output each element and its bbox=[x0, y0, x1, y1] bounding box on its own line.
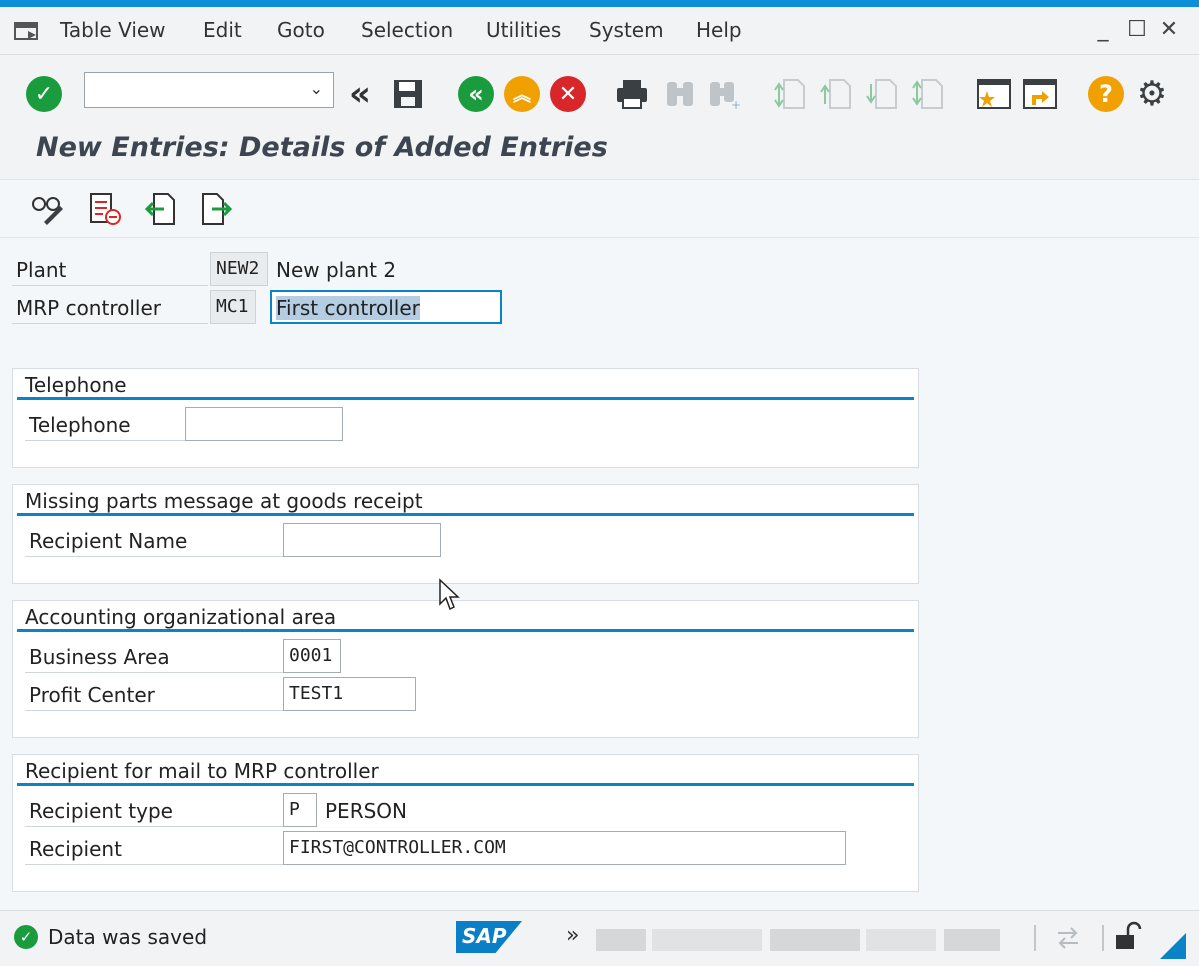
close-button[interactable]: ✕ bbox=[1156, 17, 1182, 42]
system-info-redacted bbox=[770, 929, 860, 951]
success-icon: ✓ bbox=[14, 925, 38, 949]
group-divider bbox=[17, 397, 914, 400]
menu-selection[interactable]: Selection bbox=[361, 18, 453, 42]
mail-recipient-group-title: Recipient for mail to MRP controller bbox=[25, 759, 379, 783]
recipient-type-description: PERSON bbox=[325, 799, 407, 823]
telephone-field[interactable] bbox=[185, 407, 343, 441]
recipient-type-label: Recipient type bbox=[25, 793, 283, 827]
group-divider bbox=[17, 629, 914, 632]
title-bar: New Entries: Details of Added Entries bbox=[0, 130, 1199, 180]
maximize-button[interactable]: ☐ bbox=[1124, 17, 1150, 42]
recipient-name-label: Recipient Name bbox=[25, 523, 283, 557]
system-info-redacted bbox=[652, 929, 762, 951]
recipient-field[interactable]: FIRST@CONTROLLER.COM bbox=[283, 831, 846, 865]
status-expand-button[interactable]: » bbox=[566, 923, 579, 948]
status-bar: ✓ Data was saved SAP » bbox=[0, 910, 1199, 966]
previous-page-icon[interactable] bbox=[818, 76, 854, 112]
menu-help[interactable]: Help bbox=[696, 18, 742, 42]
display-change-icon[interactable] bbox=[30, 192, 64, 226]
standard-toolbar: ✓ ⌄ « « ︽ ✕ + ? ⚙ bbox=[0, 56, 1199, 130]
transfer-icon[interactable] bbox=[1054, 925, 1082, 951]
menu-edit[interactable]: Edit bbox=[203, 18, 242, 42]
next-entry-icon[interactable] bbox=[200, 192, 234, 226]
recipient-name-field[interactable] bbox=[283, 523, 441, 557]
back-double-icon[interactable]: « bbox=[342, 74, 378, 114]
menu-utilities[interactable]: Utilities bbox=[486, 18, 561, 42]
plant-field[interactable]: NEW2 bbox=[210, 252, 268, 286]
resize-grip-icon[interactable] bbox=[1160, 933, 1186, 959]
minimize-button[interactable]: _ bbox=[1090, 17, 1116, 42]
status-message: Data was saved bbox=[48, 925, 208, 949]
chevron-down-icon[interactable]: ⌄ bbox=[310, 79, 323, 98]
missing-parts-group-title: Missing parts message at goods receipt bbox=[25, 489, 423, 513]
delete-icon[interactable] bbox=[88, 192, 122, 226]
menu-goto[interactable]: Goto bbox=[277, 18, 325, 42]
profit-center-field[interactable]: TEST1 bbox=[283, 677, 416, 711]
recipient-type-field[interactable]: P bbox=[283, 793, 317, 827]
business-area-label: Business Area bbox=[25, 639, 283, 673]
menu-bar: Table View Edit Goto Selection Utilities… bbox=[0, 7, 1199, 55]
last-page-icon[interactable] bbox=[910, 76, 946, 112]
menu-system[interactable]: System bbox=[589, 18, 664, 42]
shortcut-icon[interactable] bbox=[1022, 76, 1058, 112]
first-page-icon[interactable] bbox=[772, 76, 808, 112]
mail-recipient-group: Recipient for mail to MRP controller Rec… bbox=[12, 754, 919, 892]
system-info-redacted bbox=[944, 929, 1000, 951]
previous-entry-icon[interactable] bbox=[144, 192, 178, 226]
mrp-controller-name-field[interactable]: First controller bbox=[270, 290, 502, 324]
page-title: New Entries: Details of Added Entries bbox=[36, 132, 608, 163]
mrp-controller-field[interactable]: MC1 bbox=[210, 290, 256, 324]
exit-icon[interactable]: ︽ bbox=[504, 76, 540, 112]
back-icon[interactable]: « bbox=[458, 76, 494, 112]
sap-logo: SAP bbox=[456, 921, 522, 953]
menu-table-view[interactable]: Table View bbox=[60, 18, 166, 42]
group-divider bbox=[17, 783, 914, 786]
settings-icon[interactable]: ⚙ bbox=[1134, 74, 1170, 114]
save-icon[interactable] bbox=[390, 76, 426, 112]
group-divider bbox=[17, 513, 914, 516]
help-icon[interactable]: ? bbox=[1088, 76, 1124, 112]
main-content: Plant NEW2 New plant 2 MRP controller MC… bbox=[0, 238, 1199, 908]
mrp-controller-name-value: First controller bbox=[276, 296, 420, 320]
svg-text:+: + bbox=[731, 98, 741, 110]
window-top-strip bbox=[0, 0, 1199, 7]
plant-description: New plant 2 bbox=[276, 258, 397, 282]
recipient-label: Recipient bbox=[25, 831, 283, 865]
system-info-redacted bbox=[866, 929, 936, 951]
find-icon[interactable] bbox=[662, 76, 698, 112]
profit-center-label: Profit Center bbox=[25, 677, 283, 711]
find-next-icon[interactable]: + bbox=[706, 76, 742, 112]
status-divider bbox=[1034, 925, 1036, 951]
create-session-icon[interactable] bbox=[976, 76, 1012, 112]
missing-parts-group: Missing parts message at goods receipt R… bbox=[12, 484, 919, 584]
enter-icon[interactable]: ✓ bbox=[26, 76, 62, 112]
accounting-group-title: Accounting organizational area bbox=[25, 605, 337, 629]
mrp-controller-label: MRP controller bbox=[12, 290, 208, 324]
plant-label: Plant bbox=[12, 252, 208, 286]
next-page-icon[interactable] bbox=[864, 76, 900, 112]
system-info-redacted bbox=[596, 929, 646, 951]
application-toolbar bbox=[0, 180, 1199, 238]
business-area-field[interactable]: 0001 bbox=[283, 639, 341, 673]
telephone-label: Telephone bbox=[25, 407, 185, 441]
cancel-icon[interactable]: ✕ bbox=[550, 76, 586, 112]
telephone-group: Telephone Telephone bbox=[12, 368, 919, 468]
lock-icon[interactable] bbox=[1114, 921, 1142, 951]
command-field[interactable]: ⌄ bbox=[84, 72, 334, 108]
mouse-cursor-icon bbox=[439, 578, 460, 611]
print-icon[interactable] bbox=[614, 76, 650, 112]
telephone-group-title: Telephone bbox=[25, 373, 127, 397]
accounting-group: Accounting organizational area Business … bbox=[12, 600, 919, 738]
menu-icon[interactable] bbox=[14, 21, 40, 41]
status-divider bbox=[1102, 925, 1104, 951]
